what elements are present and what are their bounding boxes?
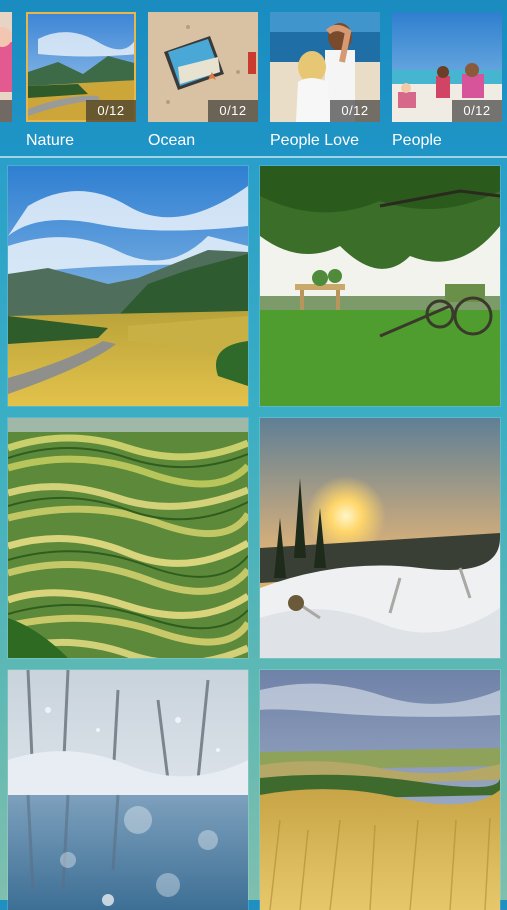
- photo-tile-snowy-sunset[interactable]: [260, 418, 500, 658]
- category-item-partial[interactable]: 0/12: [0, 12, 12, 122]
- photo-tile-wheat-field[interactable]: [260, 670, 500, 910]
- category-label: Nature: [26, 132, 75, 149]
- photo-tile-winter-lake[interactable]: [8, 670, 248, 910]
- category-strip: 0/12 0/12 Nature: [0, 0, 507, 156]
- category-item-ocean[interactable]: 0/12 Ocean: [148, 12, 258, 149]
- category-count-badge: 0/12: [0, 100, 12, 122]
- category-count-badge: 0/12: [208, 100, 258, 122]
- category-count-badge: 0/12: [452, 100, 502, 122]
- category-item-people[interactable]: 0/12 People: [392, 12, 502, 149]
- photo-tile-mountain-rice-field[interactable]: [8, 166, 248, 406]
- category-label: People Love: [270, 132, 359, 149]
- photo-tile-rice-terraces[interactable]: [8, 418, 248, 658]
- category-count-badge: 0/12: [86, 100, 136, 122]
- category-label: People: [392, 132, 442, 149]
- category-item-nature[interactable]: 0/12 Nature: [26, 12, 136, 149]
- strip-divider: [0, 156, 507, 158]
- category-count-badge: 0/12: [330, 100, 380, 122]
- category-label: Ocean: [148, 132, 196, 149]
- category-item-people-love[interactable]: 0/12 People Love: [270, 12, 380, 149]
- photo-tile-tree-and-cart[interactable]: [260, 166, 500, 406]
